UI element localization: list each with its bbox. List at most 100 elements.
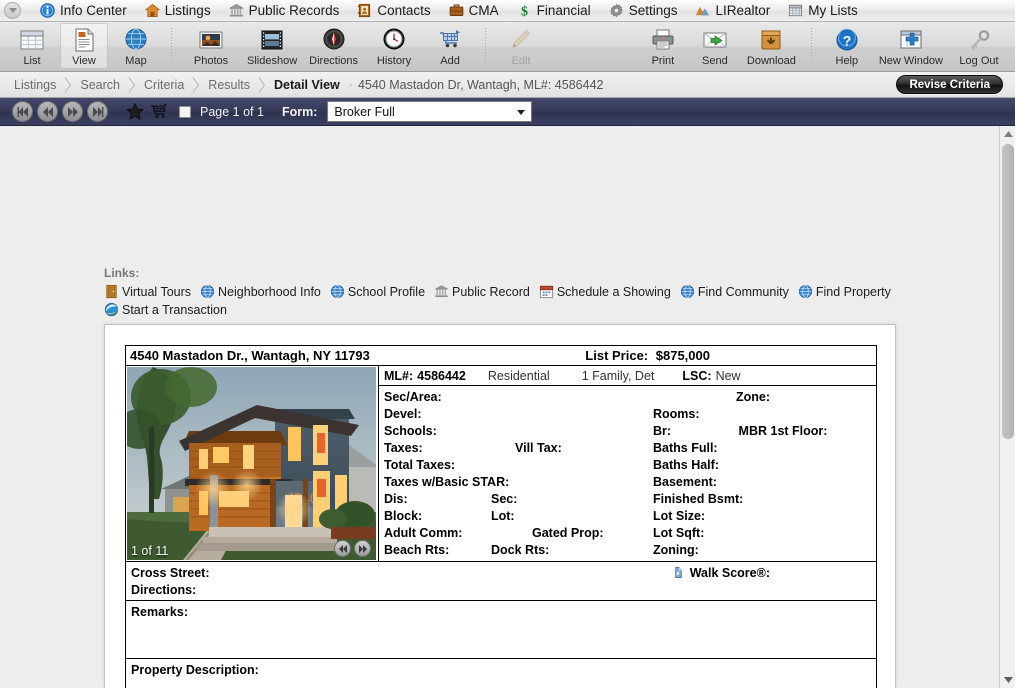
menu-item-label: Public Records	[248, 3, 340, 18]
download-box-icon	[761, 30, 781, 50]
toolbar-button-label: Map	[125, 55, 147, 67]
star-icon[interactable]	[126, 103, 144, 120]
menu-item-label: My Lists	[808, 3, 858, 18]
breadcrumb-label: Search	[80, 77, 120, 92]
link-find-property[interactable]: Find Property	[798, 284, 891, 299]
breadcrumb-item-results[interactable]: Results	[200, 72, 266, 98]
revise-criteria-button[interactable]: Revise Criteria	[896, 75, 1003, 94]
breadcrumb: Listings Search Criteria Results Detail …	[0, 72, 1015, 98]
toolbar-button-photos[interactable]: Photos	[183, 23, 239, 69]
link-find-community[interactable]: Find Community	[680, 284, 789, 299]
menu-item-label: Settings	[628, 3, 678, 18]
field-row: Block: Lot: Lot Size:	[384, 509, 876, 526]
listing-photo-cell: 4540	[126, 366, 379, 561]
toolbar-button-new-window[interactable]: New Window	[875, 23, 947, 69]
scroll-region: Links: Virtual Tours Neighborhood Info S…	[0, 126, 999, 688]
form-select-value: Broker Full	[334, 104, 395, 119]
next-record-button[interactable]	[62, 101, 83, 122]
toolbar-button-label: Photos	[193, 55, 229, 67]
vertical-scrollbar[interactable]	[999, 126, 1015, 688]
new-window-icon	[900, 30, 922, 49]
field-sec: Sec:	[491, 492, 518, 506]
first-record-button[interactable]	[12, 101, 33, 122]
menu-item-listings[interactable]: Listings	[136, 0, 220, 22]
menu-item-my-lists[interactable]: My Lists	[779, 0, 867, 22]
previous-record-button[interactable]	[37, 101, 58, 122]
breadcrumb-item-detail-view: Detail View	[266, 72, 344, 98]
toolbar-divider	[810, 28, 812, 64]
link-school-profile[interactable]: School Profile	[330, 284, 425, 299]
listing-field-grid: Sec/Area: Zone: Devel: Rooms: Schools: B…	[379, 386, 876, 561]
link-label: Start a Transaction	[122, 302, 227, 317]
link-schedule-a-showing[interactable]: Schedule a Showing	[539, 284, 671, 299]
toolbar-button-print[interactable]: Print	[639, 23, 687, 69]
form-select[interactable]: Broker Full	[327, 101, 533, 122]
triangle-up-icon	[1003, 131, 1013, 137]
scrollbar-thumb[interactable]	[1002, 144, 1014, 439]
scroll-up-button[interactable]	[1000, 126, 1015, 142]
ml-label: ML#:	[384, 368, 414, 383]
toolbar-button-help[interactable]: ? Help	[823, 23, 871, 69]
field-row: Adult Comm: Gated Prop: Lot Sqft:	[384, 526, 876, 543]
scroll-down-button[interactable]	[1000, 672, 1015, 688]
lsc-value: New	[715, 368, 741, 383]
listing-photo[interactable]: 4540	[127, 367, 376, 560]
listing-address: 4540 Mastadon Dr., Wantagh, NY 11793	[130, 348, 370, 363]
link-neighborhood-info[interactable]: Neighborhood Info	[200, 284, 321, 299]
photo-prev-button[interactable]	[334, 540, 351, 557]
field-devel: Devel:	[384, 407, 422, 421]
page-checkbox[interactable]	[179, 105, 191, 118]
toolbar-button-label: View	[72, 55, 96, 67]
rewind-icon	[42, 106, 53, 117]
key-icon	[971, 30, 990, 51]
breadcrumb-item-criteria[interactable]: Criteria	[136, 72, 200, 98]
lsc-label: LSC:	[682, 368, 712, 383]
link-start-a-transaction[interactable]: Start a Transaction	[104, 302, 227, 317]
breadcrumb-item-search[interactable]: Search	[72, 72, 136, 98]
field-baths-full: Baths Full:	[653, 441, 718, 455]
envelope-icon	[703, 32, 727, 48]
breadcrumb-label: Detail View	[273, 77, 340, 92]
toolbar-button-send[interactable]: Send	[691, 23, 739, 69]
menu-item-lirealtor[interactable]: LIRealtor	[686, 0, 779, 22]
field-taxes-star: Taxes w/Basic STAR:	[384, 475, 510, 489]
walk-score-block[interactable]: Walk Score®:	[671, 565, 872, 580]
toolbar-button-history[interactable]: History	[366, 23, 422, 69]
toolbar-button-log-out[interactable]: Log Out	[951, 23, 1007, 69]
link-virtual-tours[interactable]: Virtual Tours	[104, 284, 191, 299]
toolbar-button-add[interactable]: Add	[426, 23, 474, 69]
field-total-taxes: Total Taxes:	[384, 458, 456, 472]
toolbar-right-section: Print Send Download ? Help New Window Lo…	[631, 22, 1015, 72]
toolbar-button-directions[interactable]: Directions	[305, 23, 362, 69]
menu-item-financial[interactable]: $ Financial	[508, 0, 600, 22]
grid-icon	[789, 4, 803, 17]
menu-item-settings[interactable]: Settings	[600, 0, 687, 22]
link-public-record[interactable]: Public Record	[434, 284, 530, 299]
links-title: Links:	[104, 266, 140, 280]
cart-icon[interactable]	[150, 103, 168, 120]
breadcrumb-item-listings[interactable]: Listings	[6, 72, 72, 98]
field-zone: Zone:	[735, 390, 770, 404]
link-label: School Profile	[347, 284, 426, 299]
triangle-down-icon	[1003, 677, 1013, 683]
links-row-2: Start a Transaction	[104, 302, 944, 317]
menu-item-public-records[interactable]: Public Records	[220, 0, 349, 22]
chevron-down-icon[interactable]	[4, 2, 21, 19]
toolbar-divider	[171, 28, 172, 64]
toolbar-button-list[interactable]: List	[8, 23, 56, 69]
field-lot-size: Lot Size:	[653, 509, 706, 523]
toolbar-button-view[interactable]: View	[60, 23, 108, 69]
photo-next-button[interactable]	[354, 540, 371, 557]
field-row: Taxes: Vill Tax: Baths Full:	[384, 441, 876, 458]
menu-item-cma[interactable]: CMA	[440, 0, 508, 22]
menu-item-contacts[interactable]: Contacts	[348, 0, 439, 22]
last-record-button[interactable]	[87, 101, 108, 122]
toolbar-button-slideshow[interactable]: Slideshow	[243, 23, 301, 69]
field-finished-bsmt: Finished Bsmt:	[653, 492, 744, 506]
toolbar-button-map[interactable]: Map	[112, 23, 160, 69]
breadcrumb-detail: · 4540 Mastadon Dr, Wantagh, ML#: 458644…	[344, 78, 604, 92]
menu-item-info-center[interactable]: Info Center	[31, 0, 136, 22]
svg-text:?: ?	[843, 33, 852, 49]
info-icon	[40, 3, 55, 18]
toolbar-button-download[interactable]: Download	[743, 23, 800, 69]
